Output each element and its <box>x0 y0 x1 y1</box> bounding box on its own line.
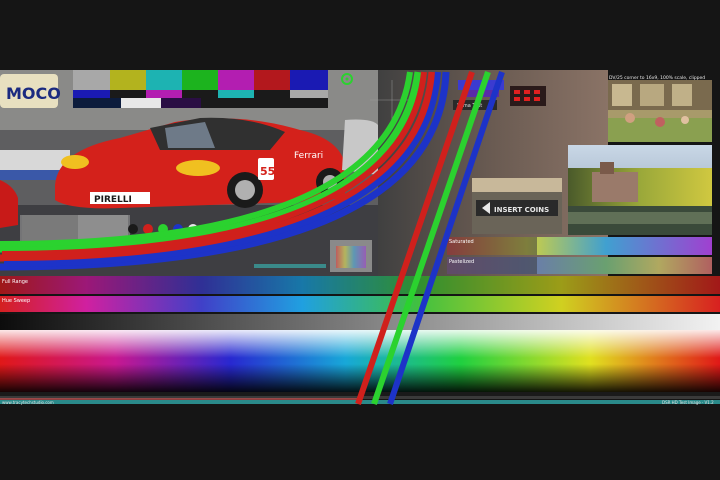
color-bars <box>73 70 328 108</box>
sign-photo: INSERT COINS <box>472 178 562 234</box>
car-sponsor-text: PIRELLI <box>94 195 132 205</box>
hue-sweep-band <box>0 296 720 312</box>
bottom-right-caption: DSR HD Test Image · V1.2 <box>662 400 714 405</box>
sign-text: INSERT COINS <box>494 206 549 214</box>
hue-sweep-label: Hue Sweep <box>2 298 30 304</box>
top-right-caption: DV/25 corner to 16x9, 100% scale, clippe… <box>609 75 705 81</box>
saturated-label: Saturated <box>449 239 474 245</box>
full-range-label: Full Range <box>2 279 28 285</box>
test-pattern: MOCO PIRELLI 55 Ferrari Luma Test INSERT… <box>0 0 720 480</box>
led-display <box>510 86 546 106</box>
landscape-photo <box>568 145 712 235</box>
people-photo <box>608 80 712 142</box>
svg-text:MOCO: MOCO <box>6 84 61 103</box>
pastelized-label: Pastelized <box>449 259 474 265</box>
bottom-left-caption: www.tracytechstudio.com <box>2 400 54 405</box>
car-side-text: Ferrari <box>294 151 323 161</box>
gray-ramp <box>0 314 720 330</box>
car-number: 55 <box>260 165 275 178</box>
